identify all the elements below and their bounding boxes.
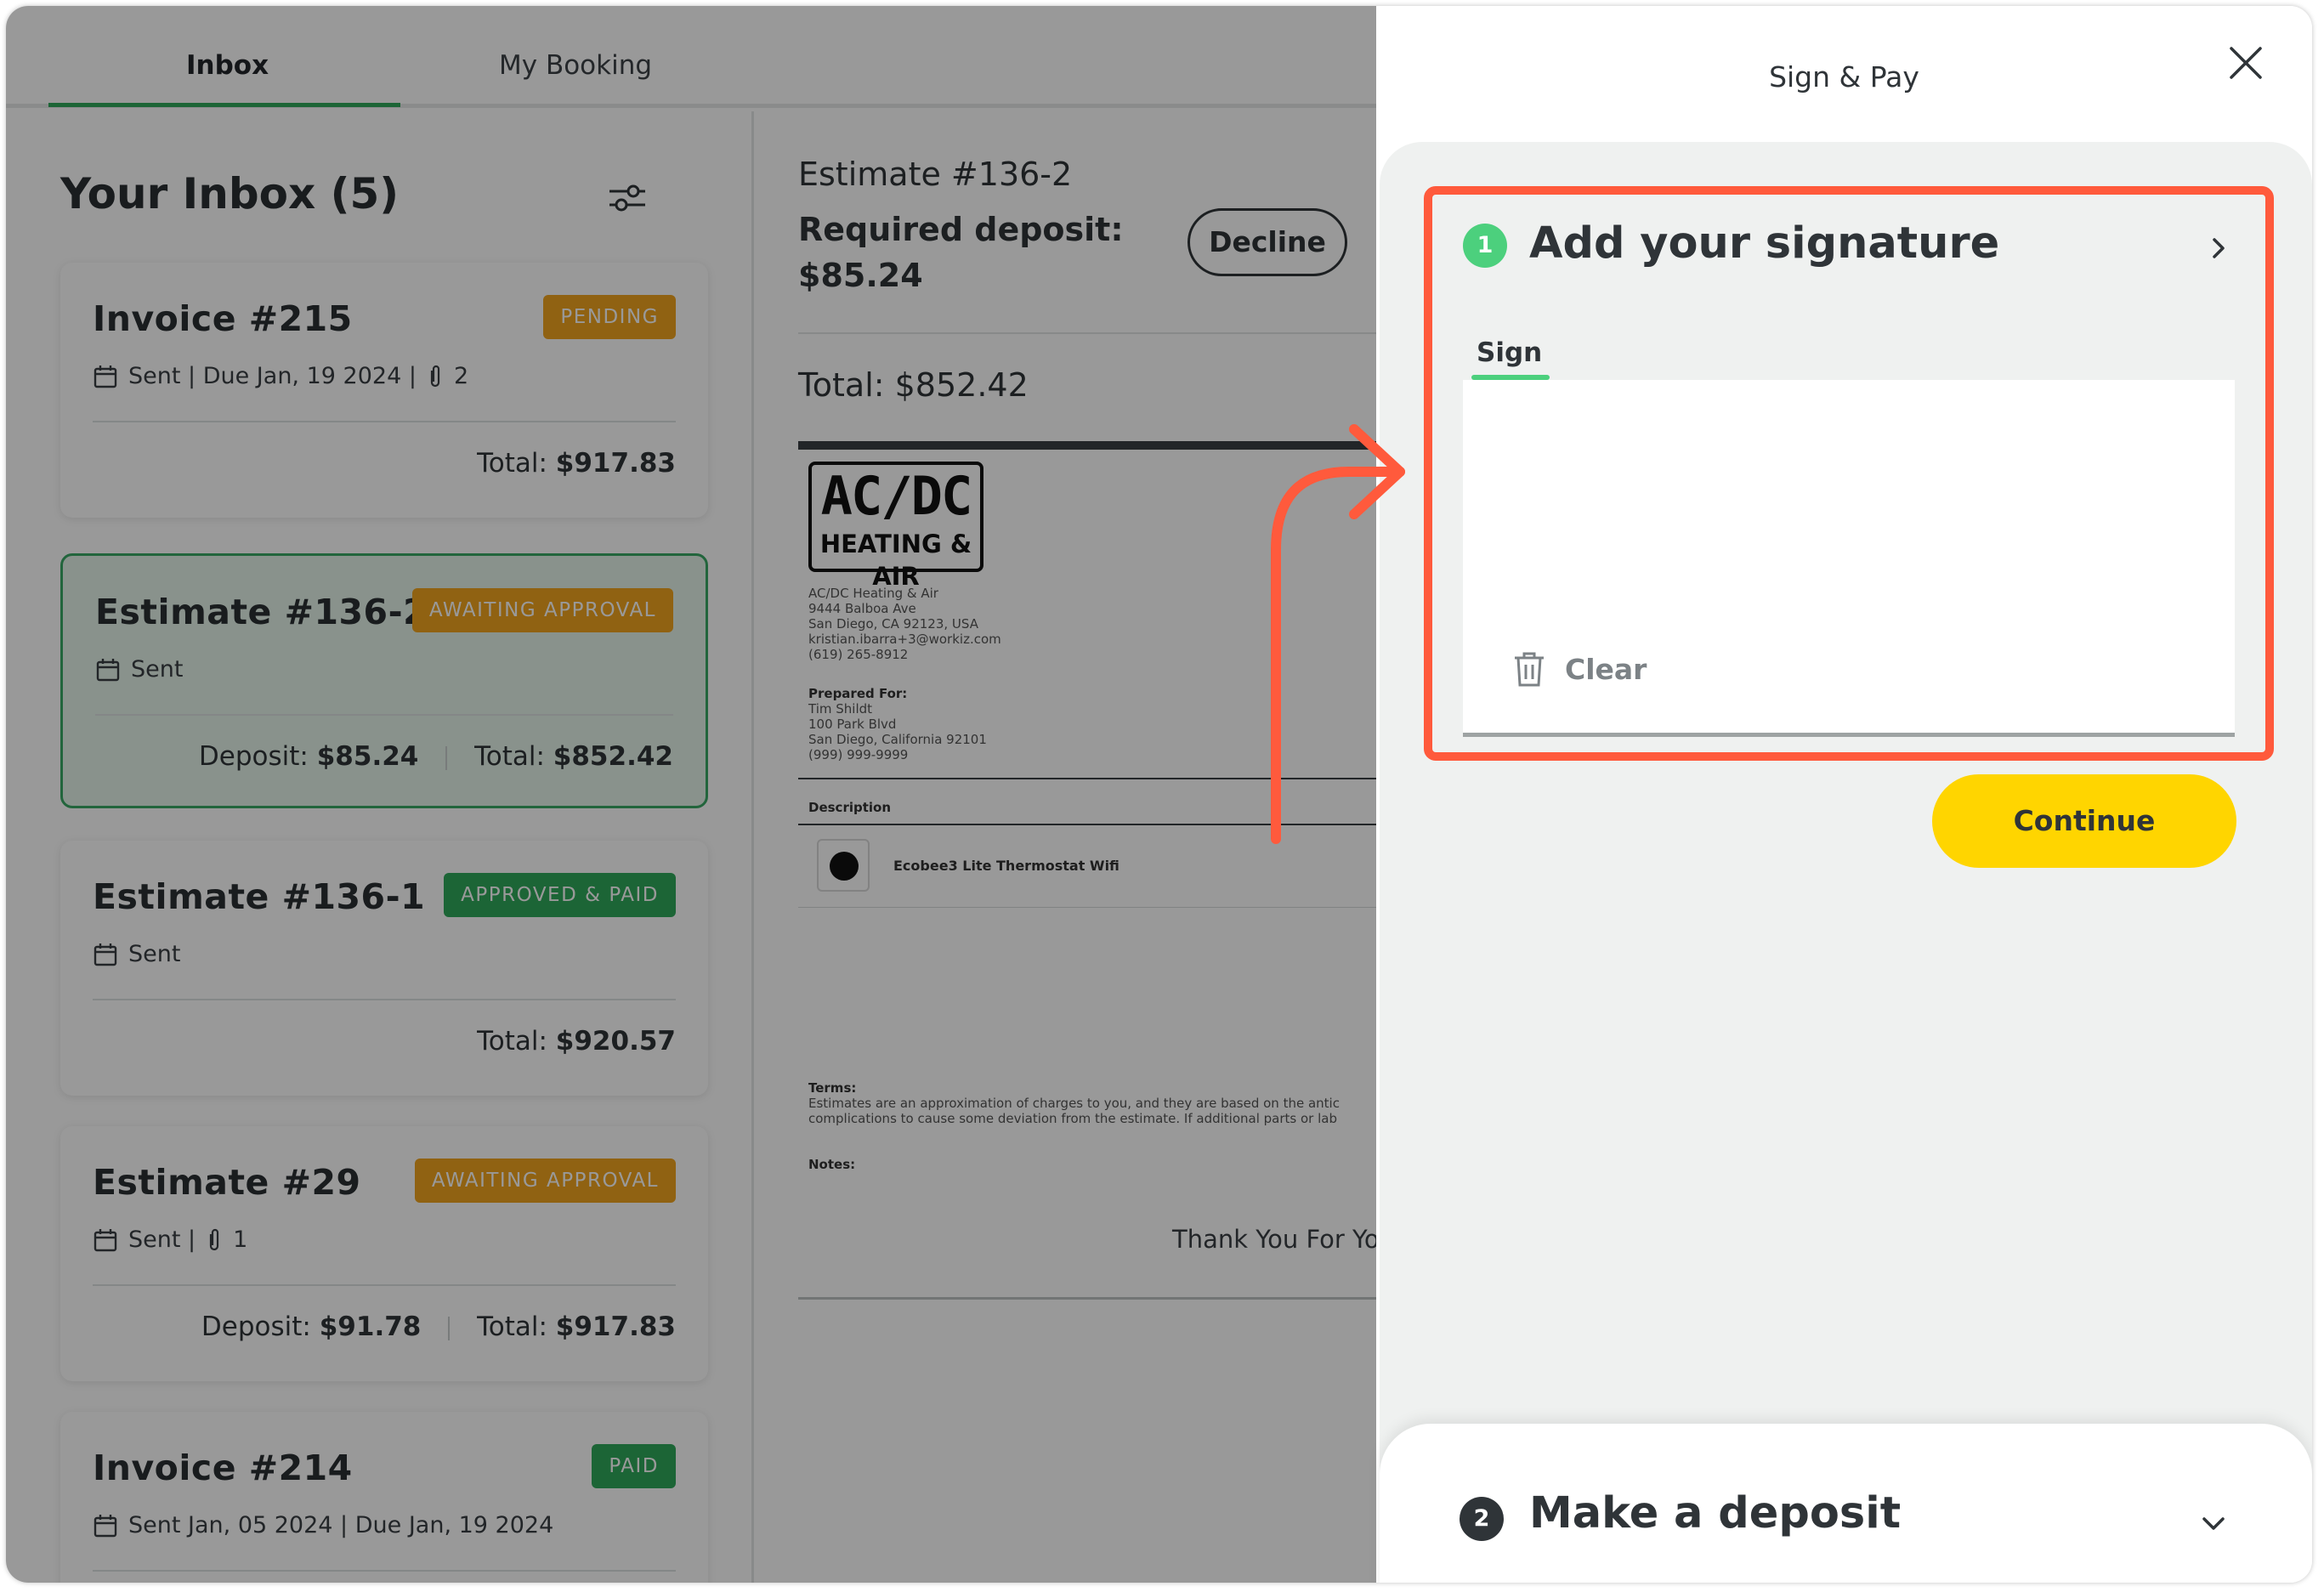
- signature-pad[interactable]: Clear: [1463, 380, 2235, 737]
- modal-backdrop[interactable]: [6, 6, 1376, 1583]
- chevron-right-icon[interactable]: [2206, 235, 2231, 261]
- continue-button[interactable]: Continue: [1932, 774, 2236, 868]
- trash-icon: [1515, 652, 1544, 687]
- chevron-down-icon[interactable]: [2199, 1509, 2228, 1538]
- close-icon[interactable]: [2226, 43, 2265, 82]
- step-number-2: 2: [1460, 1497, 1504, 1541]
- step-number-1: 1: [1463, 224, 1507, 268]
- app-window: Inbox My Booking Your Inbox (5) Invoice …: [6, 6, 2312, 1583]
- signature-step-sheet: 1 Add your signature Sign Clear Continue: [1380, 142, 2312, 1583]
- panel-title: Sign & Pay: [1769, 60, 1919, 93]
- inbox-app: Inbox My Booking Your Inbox (5) Invoice …: [6, 6, 1376, 1583]
- step-title-make-deposit: Make a deposit: [1529, 1488, 1902, 1538]
- tab-sign[interactable]: Sign: [1477, 337, 1542, 368]
- sign-and-pay-panel: Sign & Pay 1 Add your signature Sign Cle…: [1376, 6, 2312, 1583]
- clear-signature-button[interactable]: Clear: [1512, 650, 1647, 688]
- signature-step-highlight: 1 Add your signature Sign Clear: [1424, 186, 2274, 761]
- clear-label: Clear: [1565, 652, 1647, 686]
- step-title-add-signature: Add your signature: [1529, 218, 2000, 269]
- deposit-step-sheet[interactable]: 2 Make a deposit: [1380, 1424, 2312, 1583]
